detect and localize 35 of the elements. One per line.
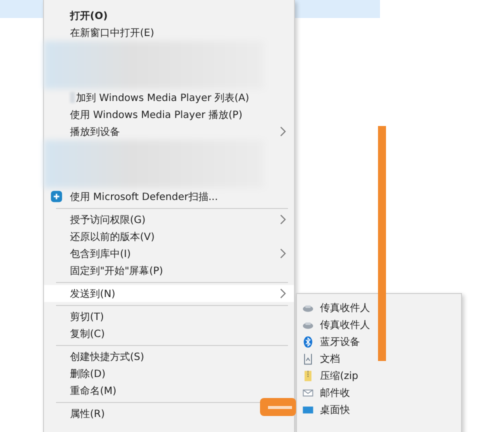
- chevron-right-icon: [279, 214, 286, 225]
- menu-item[interactable]: 播放到设备: [44, 123, 294, 140]
- menu-item[interactable]: 打开(O): [44, 7, 116, 24]
- submenu-item[interactable]: 桌面快: [297, 401, 461, 418]
- submenu-item[interactable]: 传真收件人: [297, 316, 461, 333]
- zip-folder-icon: [302, 370, 314, 382]
- menu-item[interactable]: 授予访问权限(G): [44, 211, 294, 228]
- menu-item[interactable]: 剪切(T): [44, 308, 112, 325]
- menu-item[interactable]: 使用 Windows Media Player 播放(P): [44, 106, 250, 123]
- desktop-icon: [302, 404, 314, 416]
- menu-item[interactable]: 在新窗口中打开(E): [44, 24, 162, 41]
- menu-item[interactable]: 复制(C): [44, 325, 113, 342]
- annotation-highlight: [260, 398, 296, 416]
- chevron-right-icon: [279, 248, 286, 259]
- submenu-item[interactable]: 文档: [297, 350, 461, 367]
- menu-item[interactable]: 固定到"开始"屏幕(P): [44, 262, 172, 279]
- chevron-right-icon: [279, 126, 286, 137]
- submenu-item[interactable]: 传真收件人: [297, 299, 461, 316]
- menu-item[interactable]: 加到 Windows Media Player 列表(A): [44, 89, 258, 106]
- submenu-item[interactable]: 邮件收: [297, 384, 461, 401]
- document-icon: [302, 352, 314, 364]
- menu-item[interactable]: 包含到库中(I): [44, 245, 294, 262]
- menu-item[interactable]: 创建快捷方式(S): [44, 348, 152, 365]
- menu-item[interactable]: 重命名(M): [44, 382, 124, 399]
- submenu-item[interactable]: 压缩(zip: [297, 367, 461, 384]
- menu-item[interactable]: 使用 Microsoft Defender扫描...: [44, 188, 226, 205]
- menu-item[interactable]: 发送到(N): [44, 285, 294, 302]
- submenu-item[interactable]: 蓝牙设备: [297, 333, 461, 350]
- mail-icon: [302, 386, 314, 398]
- menu-item[interactable]: 属性(R): [44, 405, 113, 422]
- blurred-area: [70, 92, 75, 103]
- bluetooth-icon: [302, 336, 314, 348]
- menu-item[interactable]: 还原以前的版本(V): [44, 228, 163, 245]
- chevron-right-icon: [279, 288, 286, 299]
- menu-item[interactable]: 删除(D): [44, 365, 114, 382]
